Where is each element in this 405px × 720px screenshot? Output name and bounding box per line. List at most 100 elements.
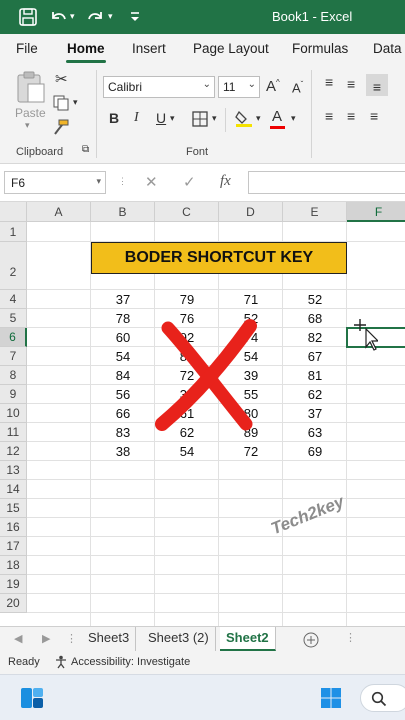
table-cell[interactable]: 56 xyxy=(91,385,155,404)
table-cell[interactable]: 67 xyxy=(283,347,347,366)
tab-insert[interactable]: Insert xyxy=(132,41,166,56)
column-header-d[interactable]: D xyxy=(219,202,283,222)
tab-formulas[interactable]: Formulas xyxy=(292,41,348,56)
table-cell[interactable]: 69 xyxy=(283,442,347,461)
font-name-combo[interactable]: Calibri ⌄ xyxy=(103,76,215,98)
table-cell[interactable]: 79 xyxy=(155,290,219,309)
confirm-entry-icon[interactable]: ✓ xyxy=(183,173,196,191)
table-cell[interactable]: 81 xyxy=(283,366,347,385)
italic-button[interactable]: I xyxy=(134,110,139,126)
table-cell[interactable]: 54 xyxy=(155,442,219,461)
table-cell[interactable]: 54 xyxy=(91,347,155,366)
column-header-a[interactable]: A xyxy=(27,202,91,222)
save-icon[interactable] xyxy=(18,7,38,27)
formula-input[interactable] xyxy=(248,171,405,194)
cut-icon[interactable]: ✂ xyxy=(55,70,68,88)
copy-icon[interactable] xyxy=(52,94,70,112)
row-header-18[interactable]: 18 xyxy=(0,556,27,575)
name-box[interactable]: F6 ▾ xyxy=(4,171,106,194)
format-painter-icon[interactable] xyxy=(52,118,70,136)
copy-dropdown-icon[interactable]: ▾ xyxy=(73,97,78,108)
column-header-f[interactable]: F xyxy=(347,202,405,222)
table-cell[interactable]: 78 xyxy=(91,309,155,328)
table-cell[interactable]: 60 xyxy=(91,328,155,347)
accessibility-icon[interactable] xyxy=(54,655,68,669)
row-header-8[interactable]: 8 xyxy=(0,366,27,385)
font-color-icon[interactable]: A xyxy=(270,108,285,129)
table-cell[interactable]: 52 xyxy=(283,290,347,309)
font-size-combo[interactable]: 11 ⌄ xyxy=(218,76,260,98)
row-header-12[interactable]: 12 xyxy=(0,442,27,461)
table-cell[interactable]: 68 xyxy=(283,309,347,328)
align-middle-icon[interactable]: ≡ xyxy=(347,76,355,92)
underline-dropdown-icon[interactable]: ▾ xyxy=(170,113,175,124)
table-cell[interactable]: 37 xyxy=(283,404,347,423)
next-sheet-icon[interactable]: ▶ xyxy=(42,632,50,645)
tab-data[interactable]: Data xyxy=(373,41,402,56)
column-header-e[interactable]: E xyxy=(283,202,347,222)
cancel-entry-icon[interactable]: ✕ xyxy=(145,173,158,191)
table-cell[interactable]: 83 xyxy=(91,423,155,442)
table-cell[interactable]: 71 xyxy=(219,290,283,309)
borders-dropdown-icon[interactable]: ▾ xyxy=(212,113,217,124)
paste-dropdown-icon[interactable]: ▾ xyxy=(25,120,30,131)
customize-toolbar-icon[interactable] xyxy=(125,7,145,27)
fill-color-icon[interactable] xyxy=(234,108,254,128)
sheet-tab-sheet2[interactable]: Sheet2 xyxy=(220,627,276,651)
row-header-11[interactable]: 11 xyxy=(0,423,27,442)
table-cell[interactable]: 37 xyxy=(91,290,155,309)
row-header-5[interactable]: 5 xyxy=(0,309,27,328)
title-cell-banner[interactable]: BODER SHORTCUT KEY xyxy=(91,242,347,274)
fill-color-dropdown-icon[interactable]: ▾ xyxy=(256,113,261,124)
row-header-10[interactable]: 10 xyxy=(0,404,27,423)
redo-icon[interactable] xyxy=(86,7,106,27)
align-center-icon[interactable]: ≡ xyxy=(347,108,355,124)
table-cell[interactable]: 62 xyxy=(283,385,347,404)
font-color-dropdown-icon[interactable]: ▾ xyxy=(291,113,296,124)
insert-function-icon[interactable]: fx xyxy=(220,173,231,190)
table-cell[interactable]: 66 xyxy=(91,404,155,423)
row-header-2[interactable]: 2 xyxy=(0,242,27,290)
column-header-c[interactable]: C xyxy=(155,202,219,222)
accessibility-status[interactable]: Accessibility: Investigate xyxy=(71,656,190,668)
align-bottom-icon[interactable]: ≡ xyxy=(366,74,388,96)
row-header-7[interactable]: 7 xyxy=(0,347,27,366)
more-options-icon[interactable]: ⋮ xyxy=(118,176,127,187)
underline-button[interactable]: U xyxy=(156,110,166,126)
row-header-13[interactable]: 13 xyxy=(0,461,27,480)
column-header-b[interactable]: B xyxy=(91,202,155,222)
table-cell[interactable]: 72 xyxy=(219,442,283,461)
bold-button[interactable]: B xyxy=(109,110,119,126)
row-header-19[interactable]: 19 xyxy=(0,575,27,594)
align-right-icon[interactable]: ≡ xyxy=(370,108,378,124)
add-sheet-icon[interactable] xyxy=(303,632,319,648)
row-header-20[interactable]: 20 xyxy=(0,594,27,613)
row-header-14[interactable]: 14 xyxy=(0,480,27,499)
table-cell[interactable]: 82 xyxy=(283,328,347,347)
row-header-9[interactable]: 9 xyxy=(0,385,27,404)
decrease-font-icon[interactable]: Aˇ xyxy=(292,80,303,95)
borders-icon[interactable] xyxy=(191,110,209,128)
align-left-icon[interactable]: ≡ xyxy=(325,108,333,124)
row-header-4[interactable]: 4 xyxy=(0,290,27,309)
row-header-15[interactable]: 15 xyxy=(0,499,27,518)
paste-icon[interactable] xyxy=(14,70,46,104)
row-header-1[interactable]: 1 xyxy=(0,222,27,242)
row-header-16[interactable]: 16 xyxy=(0,518,27,537)
tab-home[interactable]: Home xyxy=(67,41,105,56)
row-header-6[interactable]: 6 xyxy=(0,328,27,347)
table-cell[interactable]: 84 xyxy=(91,366,155,385)
row-header-17[interactable]: 17 xyxy=(0,537,27,556)
scroll-divider-icon[interactable]: ⋮ xyxy=(345,631,356,644)
taskbar-search-box[interactable] xyxy=(360,684,405,712)
widgets-icon[interactable] xyxy=(19,685,45,711)
select-all-corner[interactable] xyxy=(0,202,27,222)
worksheet-grid[interactable]: A B C D E F 1 2 4 5 6 7 8 9 10 11 12 13 … xyxy=(0,202,405,626)
windows-start-icon[interactable] xyxy=(320,687,342,709)
undo-icon[interactable] xyxy=(48,7,68,27)
sheet-tabs-more-icon[interactable]: ⋮ xyxy=(66,632,77,645)
tab-file[interactable]: File xyxy=(16,41,38,56)
table-cell[interactable]: 38 xyxy=(91,442,155,461)
table-cell[interactable]: 63 xyxy=(283,423,347,442)
align-top-icon[interactable]: ≡ xyxy=(325,74,333,90)
